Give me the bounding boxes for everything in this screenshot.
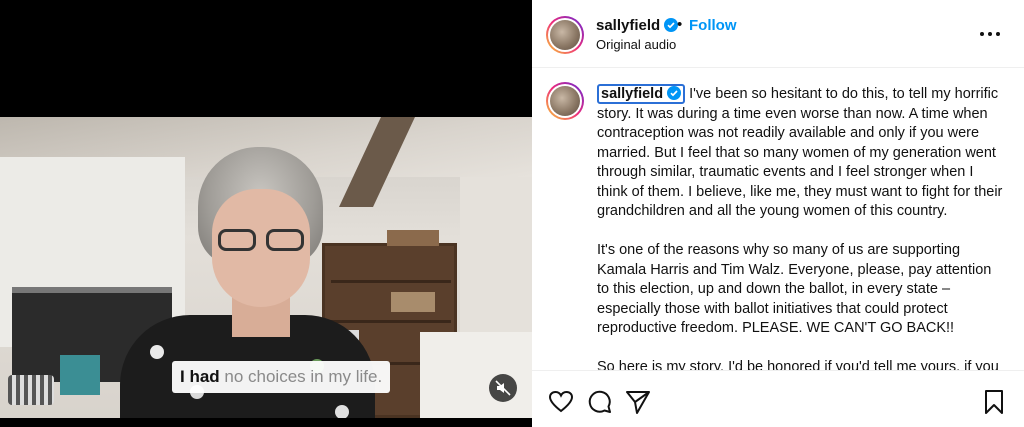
avatar-photo <box>550 20 580 50</box>
username-text: sallyfield <box>596 17 661 34</box>
follow-button[interactable]: Follow <box>689 17 737 34</box>
print-flower <box>150 345 164 359</box>
post-panel: sallyfield • Follow Original audio sally… <box>532 0 1024 427</box>
avatar[interactable] <box>546 16 584 54</box>
video-player[interactable]: I had no choices in my life. <box>0 0 532 427</box>
bookmark-icon[interactable] <box>981 389 1007 415</box>
caption-paragraph-1: I've been so hesitant to do this, to tel… <box>597 86 1003 219</box>
caption-username[interactable]: sallyfield <box>597 84 686 104</box>
glasses-icon <box>218 229 306 251</box>
comment-icon[interactable] <box>587 389 613 415</box>
header-username[interactable]: sallyfield <box>596 17 679 34</box>
audio-link[interactable]: Original audio <box>596 37 676 52</box>
lens <box>218 229 256 251</box>
caption-paragraph-3: So here is my story. I'd be honored if y… <box>597 359 999 370</box>
shelf-box <box>387 230 439 246</box>
teal-object <box>60 355 100 395</box>
caption-paragraph-2: It's one of the reasons why so many of u… <box>597 242 992 336</box>
subtitle-rest: no choices in my life. <box>219 367 383 386</box>
lens <box>266 229 304 251</box>
caption-avatar[interactable] <box>546 82 584 120</box>
share-icon[interactable] <box>625 389 651 415</box>
avatar-photo <box>550 86 580 116</box>
caption-area[interactable]: sallyfield I've been so hesitant to do t… <box>532 68 1024 370</box>
caption-username-text: sallyfield <box>601 86 664 102</box>
shelf-box <box>391 292 435 312</box>
more-options-icon[interactable] <box>978 24 1002 44</box>
muted-speaker-icon <box>495 380 511 396</box>
verified-icon <box>667 86 682 100</box>
pillow <box>8 375 54 405</box>
video-subtitle: I had no choices in my life. <box>172 361 391 393</box>
caption-paragraph: sallyfield I've been so hesitant to do t… <box>597 84 1005 222</box>
mute-button[interactable] <box>489 374 517 402</box>
action-bar <box>532 370 1024 427</box>
doorway <box>420 332 532 418</box>
separator-dot: • <box>677 16 683 33</box>
post-header: sallyfield • Follow Original audio <box>532 0 1024 68</box>
subtitle-highlight: I had <box>180 367 220 386</box>
heart-icon[interactable] <box>548 389 574 415</box>
caption-text: sallyfield I've been so hesitant to do t… <box>597 84 1005 370</box>
print-flower <box>335 405 349 418</box>
